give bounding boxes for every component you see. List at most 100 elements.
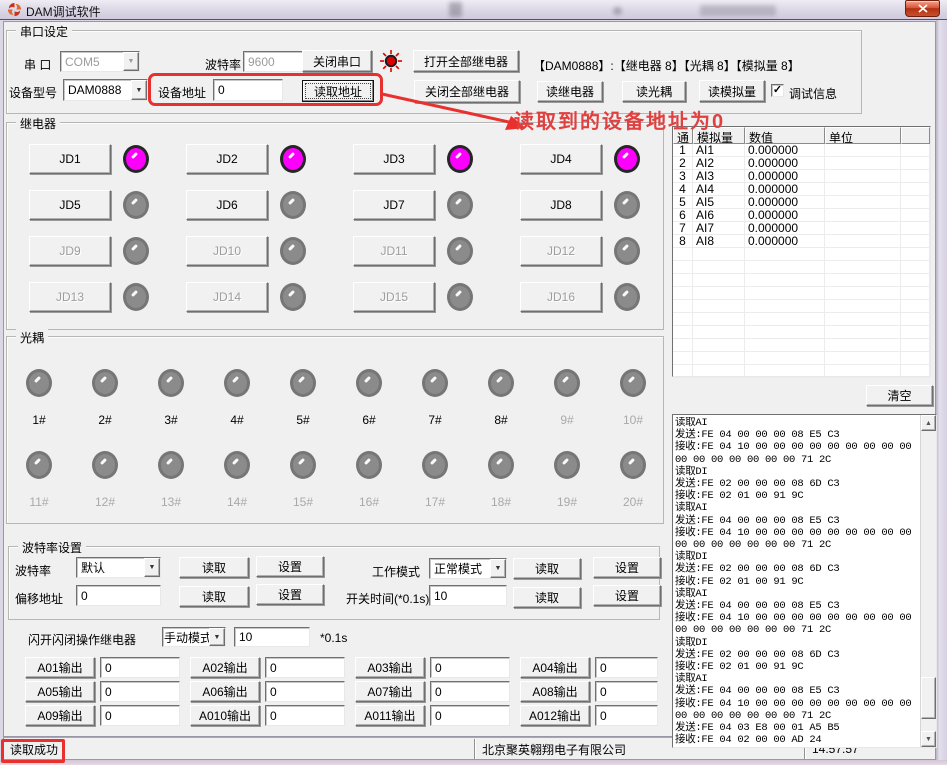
relay-button-jd7[interactable]: JD7 [353,190,435,220]
table-cell: 0.000000 [745,222,825,235]
flash-time-input[interactable]: 10 [234,627,310,647]
table-row[interactable]: 3AI30.000000 [673,170,930,183]
output-button-a012[interactable]: A012输出 [520,705,590,726]
output-input-a09[interactable]: 0 [100,705,180,726]
table-row[interactable]: 2AI20.000000 [673,157,930,170]
relay-button-jd5[interactable]: JD5 [29,190,111,220]
scroll-thumb[interactable] [921,677,936,719]
output-input-a08[interactable]: 0 [595,681,658,702]
table-row[interactable]: 7AI70.000000 [673,222,930,235]
workmode-select[interactable]: 正常模式 ▼ [429,558,507,579]
chevron-down-icon: ▼ [144,558,160,577]
relay-button-jd10[interactable]: JD10 [186,236,268,266]
log-line: 发送:FE 04 00 00 00 08 E5 C3 [675,600,921,612]
relay-button-jd4[interactable]: JD4 [520,144,602,174]
output-button-a09[interactable]: A09输出 [25,705,95,726]
read-analog-button[interactable]: 读模拟量 [699,80,765,102]
offset-read-button[interactable]: 读取 [179,586,249,607]
table-row[interactable]: 8AI80.000000 [673,235,930,248]
table-cell [901,365,930,378]
output-button-a08[interactable]: A08输出 [520,681,590,702]
output-button-a04[interactable]: A04输出 [520,657,590,678]
relay-led-jd16 [614,283,640,311]
offset-address-input[interactable]: 0 [76,585,161,606]
table-cell [825,365,901,378]
output-button-a02[interactable]: A02输出 [190,657,260,678]
relay-button-jd12[interactable]: JD12 [520,236,602,266]
output-input-a01[interactable]: 0 [100,657,180,678]
port-select[interactable]: COM5 ▼ [60,51,140,72]
relay-button-jd6[interactable]: JD6 [186,190,268,220]
output-input-a07[interactable]: 0 [430,681,510,702]
table-cell: 0.000000 [745,235,825,248]
output-button-a01[interactable]: A01输出 [25,657,95,678]
table-cell [825,170,901,183]
output-input-a05[interactable]: 0 [100,681,180,702]
read-relay-button[interactable]: 读继电器 [537,81,603,102]
relay-button-jd16[interactable]: JD16 [520,282,602,312]
relay-button-jd3[interactable]: JD3 [353,144,435,174]
output-input-a010[interactable]: 0 [265,705,345,726]
close-port-button[interactable]: 关闭串口 [302,50,372,72]
switch-time-input[interactable]: 10 [429,585,507,606]
switch-time-read-button[interactable]: 读取 [513,587,581,608]
titlebar-ghost [449,2,462,17]
workmode-label: 工作模式 [372,563,420,580]
clear-log-button[interactable]: 清空 [866,385,933,406]
titlebar[interactable]: DAM调试软件 [0,0,947,20]
relay-groupbox: 继电器 JD1JD2JD3JD4JD5JD6JD7JD8JD9JD10JD11J… [6,122,664,330]
read-opto-button[interactable]: 读光耦 [622,81,686,102]
output-button-a05[interactable]: A05输出 [25,681,95,702]
output-button-a011[interactable]: A011输出 [355,705,425,726]
table-row [673,313,930,326]
table-row[interactable]: 5AI50.000000 [673,196,930,209]
output-input-a011[interactable]: 0 [430,705,510,726]
output-button-a06[interactable]: A06输出 [190,681,260,702]
table-row [673,326,930,339]
relay-button-jd8[interactable]: JD8 [520,190,602,220]
table-cell [673,261,693,274]
table-row[interactable]: 4AI40.000000 [673,183,930,196]
analog-col-header[interactable] [901,127,930,144]
output-input-a04[interactable]: 0 [595,657,658,678]
table-row[interactable]: 1AI10.000000 [673,144,930,157]
log-line: 发送:FE 02 00 00 00 08 6D C3 [675,478,921,490]
switch-time-set-button[interactable]: 设置 [593,585,661,606]
scroll-up-icon[interactable]: ▲ [921,415,936,431]
workmode-set-button[interactable]: 设置 [593,557,661,578]
output-input-a012[interactable]: 0 [595,705,658,726]
analog-col-header[interactable]: 数值 [745,127,825,144]
table-cell [825,261,901,274]
relay-button-jd11[interactable]: JD11 [353,236,435,266]
debug-info-checkbox[interactable]: ✓ [771,84,784,97]
close-button[interactable] [905,0,940,17]
flash-mode-select[interactable]: 手动模式 ▼ [162,627,226,647]
log-panel[interactable]: 读取AI发送:FE 04 00 00 00 08 E5 C3接收:FE 04 1… [672,414,937,748]
output-input-a02[interactable]: 0 [265,657,345,678]
output-input-a03[interactable]: 0 [430,657,510,678]
baudrate-read-button[interactable]: 读取 [179,557,249,578]
model-select[interactable]: DAM0888 ▼ [63,79,148,101]
scroll-down-icon[interactable]: ▼ [921,731,936,747]
table-cell [825,196,901,209]
output-button-a010[interactable]: A010输出 [190,705,260,726]
output-button-a03[interactable]: A03输出 [355,657,425,678]
relay-button-jd14[interactable]: JD14 [186,282,268,312]
relay-button-jd15[interactable]: JD15 [353,282,435,312]
relay-button-jd9[interactable]: JD9 [29,236,111,266]
relay-button-jd1[interactable]: JD1 [29,144,111,174]
log-scrollbar[interactable]: ▲ ▼ [920,415,936,747]
offset-set-button[interactable]: 设置 [256,584,324,605]
relay-button-jd13[interactable]: JD13 [29,282,111,312]
baudrate-set-button[interactable]: 设置 [256,556,324,577]
workmode-read-button[interactable]: 读取 [513,558,581,579]
relay-led-jd11 [447,237,473,265]
output-input-a06[interactable]: 0 [265,681,345,702]
table-row[interactable]: 6AI60.000000 [673,209,930,222]
open-all-relays-button[interactable]: 打开全部继电器 [413,50,519,72]
analog-col-header[interactable]: 单位 [825,127,901,144]
table-cell: 0.000000 [745,196,825,209]
output-button-a07[interactable]: A07输出 [355,681,425,702]
baudrate-select[interactable]: 默认 ▼ [76,557,161,578]
relay-button-jd2[interactable]: JD2 [186,144,268,174]
